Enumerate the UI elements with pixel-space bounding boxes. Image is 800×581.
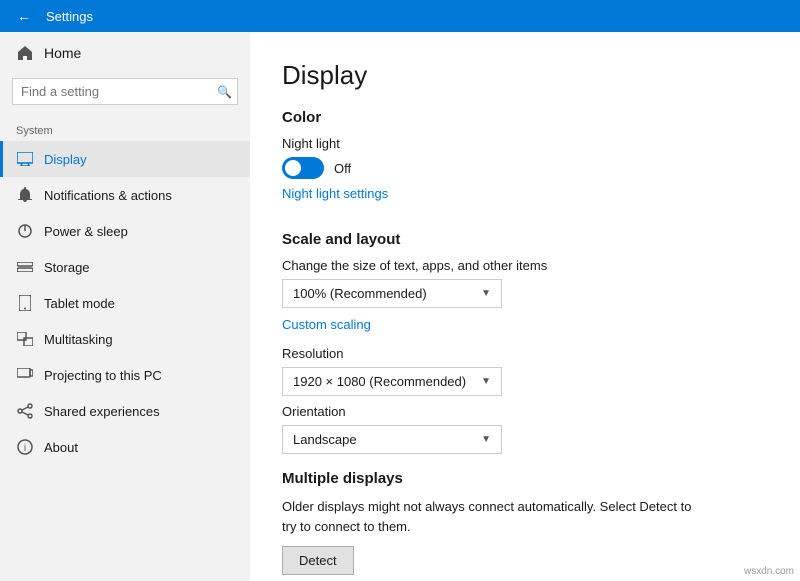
multiple-displays-section: Multiple displays Older displays might n…: [282, 470, 768, 581]
sidebar: Home 🔍 System Display: [0, 32, 250, 581]
scale-section: Scale and layout Change the size of text…: [282, 231, 768, 454]
resolution-label: Resolution: [282, 346, 768, 361]
tablet-label: Tablet mode: [44, 296, 115, 311]
power-icon: [16, 222, 34, 240]
home-icon: [16, 44, 34, 62]
night-light-settings-link[interactable]: Night light settings: [282, 186, 388, 201]
orientation-value: Landscape: [293, 432, 357, 447]
projecting-label: Projecting to this PC: [44, 368, 162, 383]
storage-label: Storage: [44, 260, 90, 275]
watermark: wsxdn.com: [744, 566, 794, 577]
notifications-label: Notifications & actions: [44, 188, 172, 203]
back-button[interactable]: ←: [10, 2, 38, 30]
page-title: Display: [282, 60, 768, 91]
color-section: Color Night light Off Night light settin…: [282, 109, 768, 215]
about-icon: i: [16, 438, 34, 456]
home-label: Home: [44, 45, 81, 61]
power-label: Power & sleep: [44, 224, 128, 239]
sidebar-item-notifications[interactable]: Notifications & actions: [0, 177, 250, 213]
resolution-dropdown[interactable]: 1920 × 1080 (Recommended) ▼: [282, 367, 502, 396]
night-light-label: Night light: [282, 136, 768, 151]
content-area: Display Color Night light Off Night ligh…: [250, 32, 800, 581]
night-light-state: Off: [334, 161, 351, 176]
sidebar-item-shared[interactable]: Shared experiences: [0, 393, 250, 429]
toggle-knob: [285, 160, 301, 176]
sidebar-item-home[interactable]: Home: [0, 32, 250, 74]
system-section-label: System: [0, 117, 250, 141]
night-light-toggle[interactable]: [282, 157, 324, 179]
sidebar-item-projecting[interactable]: Projecting to this PC: [0, 357, 250, 393]
multiple-displays-title: Multiple displays: [282, 470, 768, 487]
multitasking-icon: [16, 330, 34, 348]
multitasking-label: Multitasking: [44, 332, 113, 347]
custom-scaling-link[interactable]: Custom scaling: [282, 317, 371, 332]
sidebar-item-display[interactable]: Display: [0, 141, 250, 177]
scale-section-title: Scale and layout: [282, 231, 768, 248]
sidebar-item-storage[interactable]: Storage: [0, 249, 250, 285]
shared-label: Shared experiences: [44, 404, 160, 419]
projecting-icon: [16, 366, 34, 384]
size-dropdown[interactable]: 100% (Recommended) ▼: [282, 279, 502, 308]
orientation-dropdown[interactable]: Landscape ▼: [282, 425, 502, 454]
size-chevron-icon: ▼: [481, 288, 491, 299]
shared-icon: [16, 402, 34, 420]
about-label: About: [44, 440, 78, 455]
resolution-value: 1920 × 1080 (Recommended): [293, 374, 466, 389]
resolution-chevron-icon: ▼: [481, 376, 491, 387]
sidebar-item-tablet[interactable]: Tablet mode: [0, 285, 250, 321]
size-label: Change the size of text, apps, and other…: [282, 258, 768, 273]
notifications-icon: [16, 186, 34, 204]
size-value: 100% (Recommended): [293, 286, 427, 301]
search-box: 🔍: [12, 78, 238, 105]
multiple-displays-description: Older displays might not always connect …: [282, 497, 702, 536]
display-icon: [16, 150, 34, 168]
sidebar-item-power[interactable]: Power & sleep: [0, 213, 250, 249]
display-label: Display: [44, 152, 87, 167]
search-icon: 🔍: [217, 85, 232, 99]
color-section-title: Color: [282, 109, 768, 126]
orientation-chevron-icon: ▼: [481, 434, 491, 445]
sidebar-item-multitasking[interactable]: Multitasking: [0, 321, 250, 357]
titlebar: ← Settings: [0, 0, 800, 32]
main-layout: Home 🔍 System Display: [0, 32, 800, 581]
titlebar-title: Settings: [46, 9, 93, 24]
detect-button[interactable]: Detect: [282, 546, 354, 575]
svg-text:i: i: [24, 443, 26, 454]
tablet-icon: [16, 294, 34, 312]
night-light-row: Off: [282, 157, 768, 179]
sidebar-item-about[interactable]: i About: [0, 429, 250, 465]
search-input[interactable]: [12, 78, 238, 105]
orientation-label: Orientation: [282, 404, 768, 419]
storage-icon: [16, 258, 34, 276]
